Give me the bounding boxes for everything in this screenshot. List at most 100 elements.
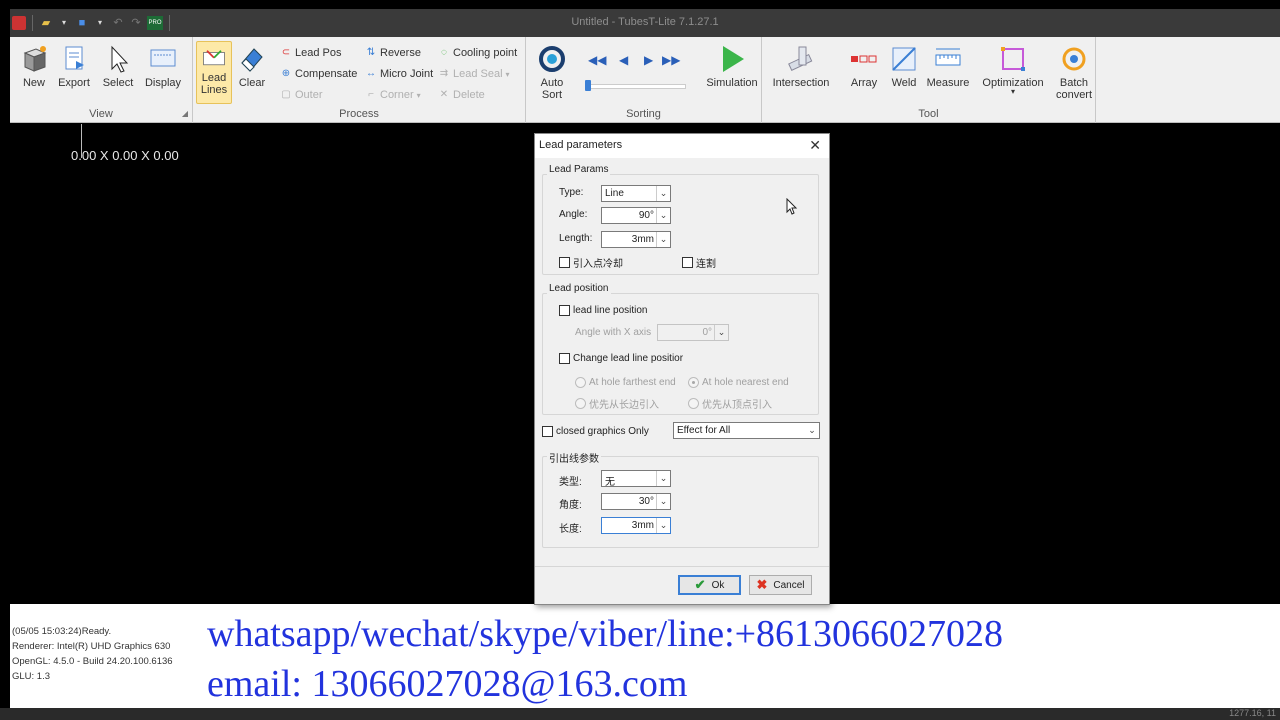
cooling-point-button[interactable]: ◌ Cooling point bbox=[438, 45, 517, 61]
continuous-cut-label: 连割 bbox=[696, 258, 716, 270]
micro-joint-label: Micro Joint bbox=[380, 68, 434, 80]
chevron-down-icon: ⌄ bbox=[656, 518, 670, 533]
coordinate-readout: 0.00 X 0.00 X 0.00 bbox=[71, 148, 179, 163]
cursor-icon bbox=[111, 45, 129, 73]
chevron-down-icon: ⌄ bbox=[656, 471, 670, 486]
cancel-icon: ✖ bbox=[756, 577, 768, 592]
status-line: Renderer: Intel(R) UHD Graphics 630 bbox=[12, 641, 171, 652]
tool-group: Intersection Array Weld Measure Optimiza… bbox=[762, 37, 1096, 123]
lead-out-length-input[interactable]: 3mm ⌄ bbox=[601, 517, 671, 534]
angle-input[interactable]: 90° ⌄ bbox=[601, 207, 671, 224]
lead-out-type-select[interactable]: 无 ⌄ bbox=[601, 470, 671, 488]
corner-button[interactable]: ⌐ Corner ▾ bbox=[365, 87, 421, 103]
corner-icon: ⌐ bbox=[368, 89, 374, 100]
checkbox-box bbox=[559, 352, 570, 364]
chevron-down-icon: ▾ bbox=[1010, 87, 1015, 96]
optimization-button[interactable]: Optimization ▾ bbox=[978, 43, 1048, 96]
closed-graphics-checkbox[interactable]: closed graphics Only bbox=[542, 424, 649, 438]
compensate-button[interactable]: ⊕ Compensate bbox=[280, 66, 358, 82]
dialog-launcher-icon[interactable]: ◢ bbox=[182, 109, 188, 118]
contact-overlay-line1: whatsapp/wechat/skype/viber/line:+861306… bbox=[207, 613, 1004, 655]
lead-seal-button[interactable]: ⇉ Lead Seal ▾ bbox=[438, 66, 510, 82]
first-step-icon[interactable]: ◀◀ bbox=[588, 53, 606, 67]
simulation-button[interactable]: Simulation bbox=[704, 43, 760, 89]
step-forward-icon[interactable]: ▶ bbox=[644, 53, 653, 67]
ruler-icon bbox=[935, 48, 961, 66]
status-line: OpenGL: 4.5.0 - Build 24.20.100.6136 bbox=[12, 656, 173, 667]
chevron-down-icon: ▾ bbox=[416, 90, 421, 100]
length-input[interactable]: 3mm ⌄ bbox=[601, 231, 671, 248]
new-label: New bbox=[22, 77, 45, 89]
change-position-label: Change lead line positior bbox=[573, 352, 684, 364]
ok-label: Ok bbox=[711, 579, 725, 591]
lead-pos-button[interactable]: ⊂ Lead Pos bbox=[280, 45, 342, 61]
step-back-icon[interactable]: ◀ bbox=[619, 53, 628, 67]
type-select[interactable]: Line ⌄ bbox=[601, 185, 671, 202]
cooling-checkbox[interactable]: 引入点冷却 bbox=[559, 255, 623, 270]
lead-lines-label-2: Lines bbox=[200, 84, 228, 96]
window-title: Untitled - TubesT-Lite 7.1.27.1 bbox=[571, 16, 719, 28]
array-label: Array bbox=[850, 77, 878, 89]
lead-lines-button[interactable]: Lead Lines bbox=[196, 41, 232, 104]
farthest-end-radio[interactable]: At hole farthest end bbox=[575, 375, 676, 389]
last-step-icon[interactable]: ▶▶ bbox=[662, 53, 680, 67]
angle-x-input[interactable]: 0° ⌄ bbox=[657, 324, 729, 341]
display-button[interactable]: Display bbox=[141, 43, 185, 89]
intersection-label: Intersection bbox=[772, 77, 830, 89]
micro-joint-button[interactable]: ↔ Micro Joint bbox=[365, 66, 433, 82]
display-label: Display bbox=[144, 77, 182, 89]
measure-button[interactable]: Measure bbox=[926, 43, 970, 89]
checkbox-box bbox=[559, 256, 570, 268]
sorting-slider-thumb[interactable] bbox=[585, 80, 591, 91]
angle-x-label: Angle with X axis bbox=[575, 327, 652, 338]
lead-out-length-value: 3mm bbox=[631, 520, 654, 531]
lead-out-angle-input[interactable]: 30° ⌄ bbox=[601, 493, 671, 510]
mouse-cursor-icon bbox=[786, 198, 798, 215]
cancel-button[interactable]: ✖ Cancel bbox=[749, 575, 812, 595]
ok-button[interactable]: ✔ Ok bbox=[678, 575, 741, 595]
lead-params-legend: Lead Params bbox=[547, 164, 611, 175]
cancel-label: Cancel bbox=[773, 579, 805, 591]
dialog-button-bar: ✔ Ok ✖ Cancel bbox=[535, 566, 829, 604]
delete-button[interactable]: ✕ Delete bbox=[438, 87, 485, 103]
chevron-down-icon: ⌄ bbox=[656, 208, 670, 223]
view-group-label: View bbox=[89, 108, 113, 120]
effect-select[interactable]: Effect for All ⌄ bbox=[673, 422, 820, 439]
weld-button[interactable]: Weld bbox=[882, 43, 926, 89]
intersection-button[interactable]: Intersection bbox=[770, 43, 832, 89]
delete-label: Delete bbox=[453, 89, 485, 101]
auto-sort-button[interactable]: Auto Sort bbox=[530, 43, 574, 101]
checkbox-box bbox=[682, 256, 693, 268]
clear-label: Clear bbox=[238, 77, 266, 89]
radio-circle bbox=[688, 397, 699, 409]
chevron-down-icon: ⌄ bbox=[656, 494, 670, 509]
radio-circle bbox=[688, 376, 699, 388]
new-button[interactable]: New bbox=[12, 43, 56, 89]
array-button[interactable]: Array bbox=[842, 43, 886, 89]
auto-sort-label-2: Sort bbox=[541, 89, 563, 101]
dialog-title: Lead parameters bbox=[539, 139, 623, 151]
lead-out-length-label: 长度: bbox=[559, 524, 582, 535]
export-button[interactable]: Export bbox=[52, 43, 96, 89]
close-icon[interactable]: ✕ bbox=[809, 137, 821, 154]
lead-line-position-checkbox[interactable]: lead line position bbox=[559, 303, 648, 317]
reverse-button[interactable]: ⇅ Reverse bbox=[365, 45, 421, 61]
continuous-cut-checkbox[interactable]: 连割 bbox=[682, 255, 716, 270]
vertex-radio[interactable]: 优先从顶点引入 bbox=[688, 396, 772, 411]
batch-convert-button[interactable]: Batch convert bbox=[1052, 43, 1096, 101]
lead-lines-label-1: Lead bbox=[201, 72, 227, 84]
sorting-group-label: Sorting bbox=[626, 108, 661, 120]
long-edge-radio[interactable]: 优先从长边引入 bbox=[575, 396, 659, 411]
long-edge-label: 优先从长边引入 bbox=[589, 399, 659, 411]
contact-overlay-line2: email: 13066027028@163.com bbox=[207, 663, 688, 705]
lead-out-group bbox=[542, 456, 819, 548]
outer-button[interactable]: ▢ Outer bbox=[280, 87, 322, 103]
clear-button[interactable]: Clear bbox=[230, 43, 274, 89]
chevron-down-icon: ⌄ bbox=[714, 325, 728, 340]
select-button[interactable]: Select bbox=[96, 43, 140, 89]
nearest-end-radio[interactable]: At hole nearest end bbox=[688, 375, 789, 389]
change-position-checkbox[interactable]: Change lead line positior bbox=[559, 351, 683, 365]
optimization-icon bbox=[1001, 47, 1025, 71]
sorting-slider-track[interactable] bbox=[588, 84, 686, 89]
new-icon bbox=[23, 46, 47, 72]
